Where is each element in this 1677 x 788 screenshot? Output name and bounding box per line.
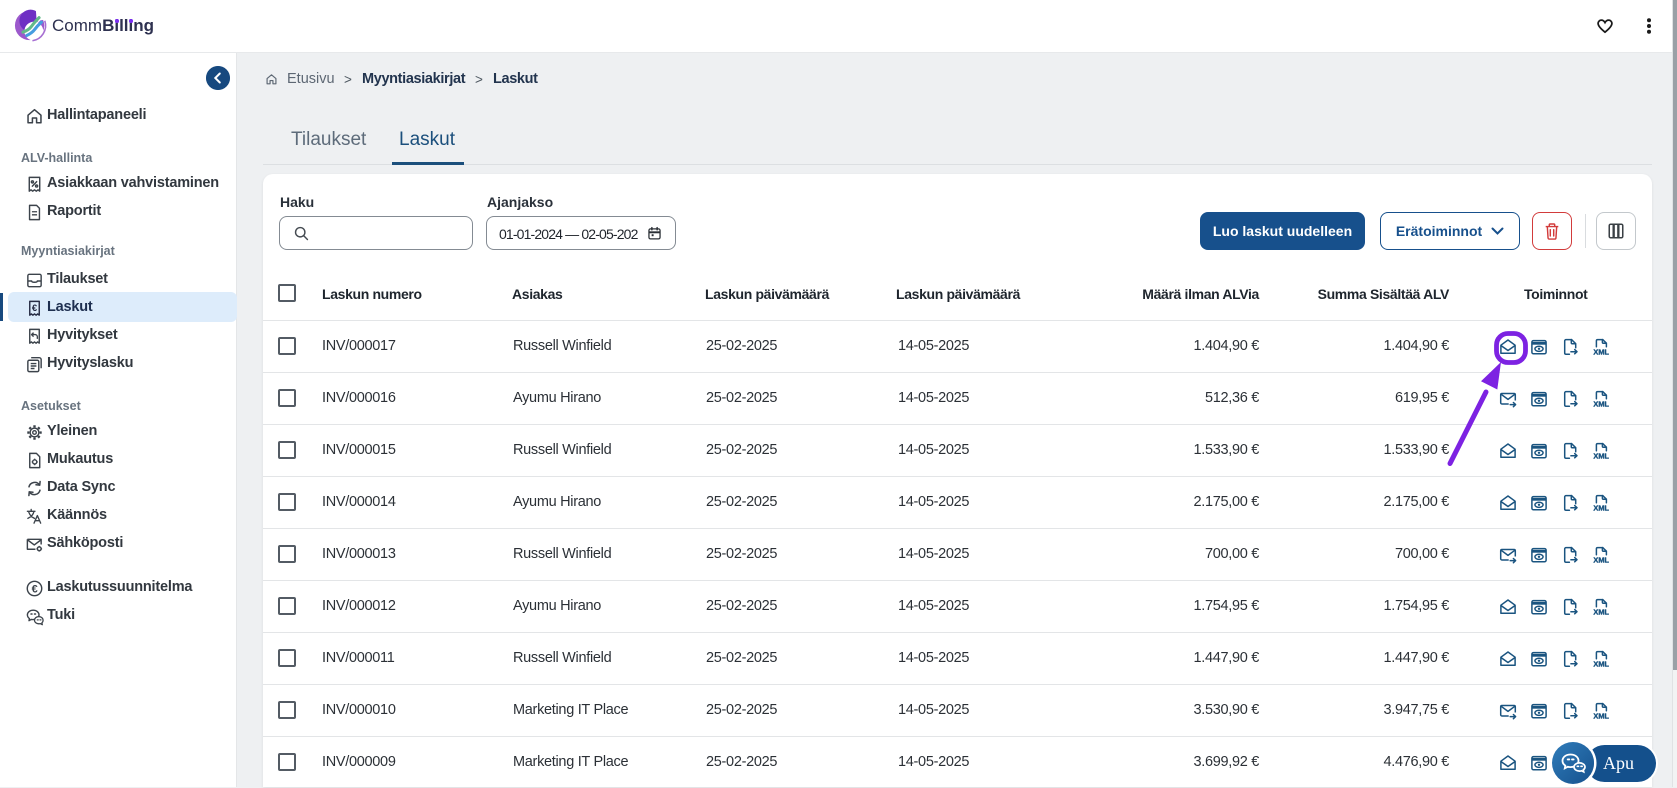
svg-text:€: € <box>32 303 38 314</box>
svg-text:€: € <box>32 583 38 595</box>
svg-text:XML: XML <box>1593 712 1609 721</box>
svg-text:XML: XML <box>1593 556 1609 565</box>
svg-text:XML: XML <box>1593 504 1609 513</box>
svg-text:XML: XML <box>1593 452 1609 461</box>
svg-text:XML: XML <box>1593 608 1609 617</box>
svg-text:XML: XML <box>1593 348 1609 357</box>
svg-text:XML: XML <box>1593 660 1609 669</box>
svg-text:XML: XML <box>1593 400 1609 409</box>
